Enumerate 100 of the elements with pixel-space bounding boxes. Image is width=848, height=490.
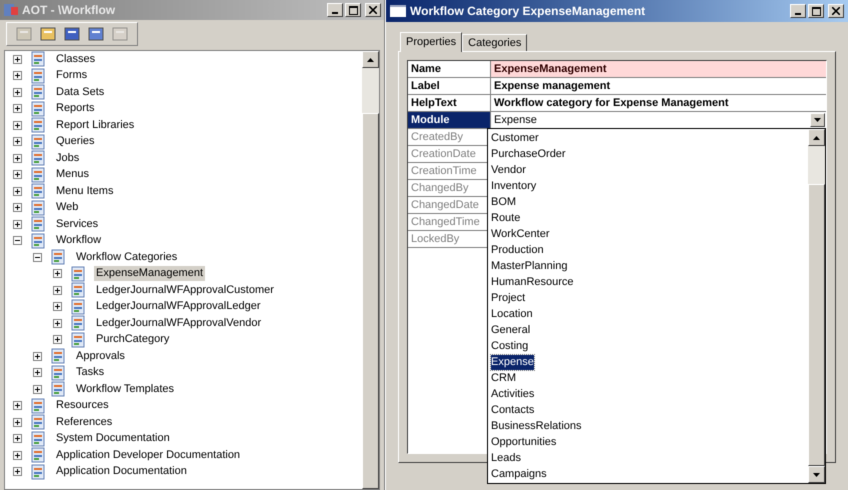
dropdown-option[interactable]: MasterPlanning bbox=[491, 258, 568, 274]
tree-item[interactable]: LedgerJournalWFApprovalLedger bbox=[94, 299, 262, 314]
expand-icon[interactable] bbox=[33, 384, 42, 394]
tree-item[interactable]: Queries bbox=[54, 134, 97, 150]
dropdown-option[interactable]: Route bbox=[491, 210, 520, 226]
maximize-button[interactable] bbox=[345, 3, 361, 17]
minimize-button[interactable] bbox=[327, 3, 343, 17]
tree-item[interactable]: Approvals bbox=[74, 348, 127, 364]
expand-icon[interactable] bbox=[53, 286, 62, 295]
tab[interactable]: Categories bbox=[462, 34, 528, 51]
tree-item[interactable]: System Documentation bbox=[54, 431, 172, 446]
tab[interactable]: Properties bbox=[400, 32, 462, 52]
dropdown-option[interactable]: Production bbox=[491, 242, 544, 258]
expand-icon[interactable] bbox=[13, 467, 22, 476]
tree-item[interactable]: Services bbox=[54, 216, 100, 232]
node-icon bbox=[70, 298, 86, 315]
dropdown-option[interactable]: Location bbox=[491, 306, 533, 322]
tree-item[interactable]: LedgerJournalWFApprovalCustomer bbox=[94, 282, 276, 298]
scroll-down-button[interactable] bbox=[808, 466, 825, 483]
tree-item[interactable]: Menu Items bbox=[54, 184, 116, 199]
dropdown-option[interactable]: Campaigns bbox=[491, 466, 547, 482]
dropdown-option[interactable]: WorkCenter bbox=[491, 226, 550, 242]
expand-icon[interactable] bbox=[53, 302, 62, 312]
filter-icon[interactable] bbox=[87, 25, 105, 43]
dropdown-option[interactable]: Vendor bbox=[491, 162, 526, 178]
tree-item[interactable]: PurchCategory bbox=[94, 332, 172, 348]
expand-icon[interactable] bbox=[13, 220, 22, 229]
tree-item[interactable]: ExpenseManagement bbox=[94, 266, 206, 282]
dropdown-option[interactable]: Customer bbox=[491, 130, 539, 146]
node-icon bbox=[30, 216, 46, 232]
tree-item[interactable]: Forms bbox=[54, 68, 90, 84]
expand-icon[interactable] bbox=[33, 352, 42, 361]
expand-icon[interactable] bbox=[13, 137, 22, 146]
scrollbar[interactable] bbox=[808, 129, 825, 483]
expand-icon[interactable] bbox=[13, 104, 22, 114]
expand-icon[interactable] bbox=[13, 418, 22, 427]
tree-item[interactable]: Report Libraries bbox=[54, 118, 136, 133]
expand-icon[interactable] bbox=[13, 186, 22, 196]
tree-item[interactable]: Classes bbox=[54, 52, 98, 67]
expand-icon[interactable] bbox=[13, 88, 22, 97]
expand-icon[interactable] bbox=[13, 54, 22, 64]
dropdown-option[interactable]: General bbox=[491, 322, 530, 338]
tree-item[interactable]: Workflow bbox=[54, 233, 104, 248]
tree-item[interactable]: Jobs bbox=[54, 150, 82, 166]
dropdown-option[interactable]: Leads bbox=[491, 450, 521, 466]
close-button[interactable] bbox=[828, 4, 844, 18]
dropdown-option[interactable]: Activities bbox=[491, 386, 534, 402]
node-icon bbox=[30, 51, 46, 68]
expand-icon[interactable] bbox=[13, 170, 22, 180]
expand-icon[interactable] bbox=[53, 269, 62, 278]
dropdown-button[interactable] bbox=[810, 113, 825, 127]
tree-item[interactable]: Resources bbox=[54, 398, 111, 414]
dropdown-option[interactable]: Opportunities bbox=[491, 434, 556, 450]
expand-icon[interactable] bbox=[13, 401, 22, 410]
scroll-thumb[interactable] bbox=[808, 184, 825, 466]
expand-icon[interactable] bbox=[53, 335, 62, 344]
collapse-icon[interactable] bbox=[33, 252, 42, 262]
maximize-button[interactable] bbox=[808, 4, 824, 18]
expand-icon[interactable] bbox=[13, 71, 22, 80]
dropdown-option[interactable]: HumanResource bbox=[491, 274, 574, 290]
tree-item[interactable]: Workflow Categories bbox=[74, 250, 180, 265]
tree-item[interactable]: Tasks bbox=[74, 365, 106, 380]
tree-item[interactable]: Data Sets bbox=[54, 84, 106, 100]
close-button[interactable] bbox=[365, 3, 381, 17]
database-icon[interactable] bbox=[63, 25, 81, 43]
property-name[interactable]: Module bbox=[408, 112, 491, 128]
tree-item[interactable]: Menus bbox=[54, 167, 92, 182]
dropdown-option[interactable]: Costing bbox=[491, 338, 528, 354]
expand-icon[interactable] bbox=[13, 203, 22, 212]
expand-icon[interactable] bbox=[13, 120, 22, 130]
dropdown-option[interactable]: BusinessRelations bbox=[491, 418, 582, 434]
node-icon bbox=[30, 134, 46, 150]
tree-item[interactable]: Application Documentation bbox=[54, 464, 189, 480]
dropdown-option[interactable]: Inventory bbox=[491, 178, 536, 194]
dropdown-option[interactable]: Expense bbox=[491, 354, 534, 370]
minimize-button[interactable] bbox=[790, 4, 806, 18]
expand-icon[interactable] bbox=[13, 154, 22, 163]
dropdown-option[interactable]: Contacts bbox=[491, 402, 534, 418]
dropdown-option[interactable]: Project bbox=[491, 290, 526, 306]
expand-icon[interactable] bbox=[33, 368, 42, 378]
expand-icon[interactable] bbox=[53, 318, 62, 328]
property-value[interactable]: ExpenseManagement bbox=[491, 61, 826, 77]
collapse-icon[interactable] bbox=[13, 236, 22, 246]
tree-item[interactable]: Application Developer Documentation bbox=[54, 448, 242, 463]
tree-item[interactable]: Workflow Templates bbox=[74, 382, 176, 397]
scroll-up-button[interactable] bbox=[362, 51, 379, 68]
dropdown-option[interactable]: PurchaseOrder bbox=[491, 146, 566, 162]
tree-item[interactable]: References bbox=[54, 414, 114, 430]
tree-item[interactable]: Reports bbox=[54, 101, 97, 116]
scroll-up-button[interactable] bbox=[808, 129, 825, 146]
dropdown-option[interactable]: BOM bbox=[491, 194, 516, 210]
expand-icon[interactable] bbox=[13, 434, 22, 444]
expand-icon[interactable] bbox=[13, 450, 22, 460]
node-icon bbox=[30, 232, 46, 249]
tree-item[interactable]: LedgerJournalWFApprovalVendor bbox=[94, 316, 264, 331]
tree-item[interactable]: Web bbox=[54, 200, 80, 216]
node-icon bbox=[50, 364, 66, 381]
node-icon bbox=[30, 117, 46, 134]
properties-icon[interactable] bbox=[39, 25, 57, 43]
dropdown-option[interactable]: CRM bbox=[491, 370, 516, 386]
